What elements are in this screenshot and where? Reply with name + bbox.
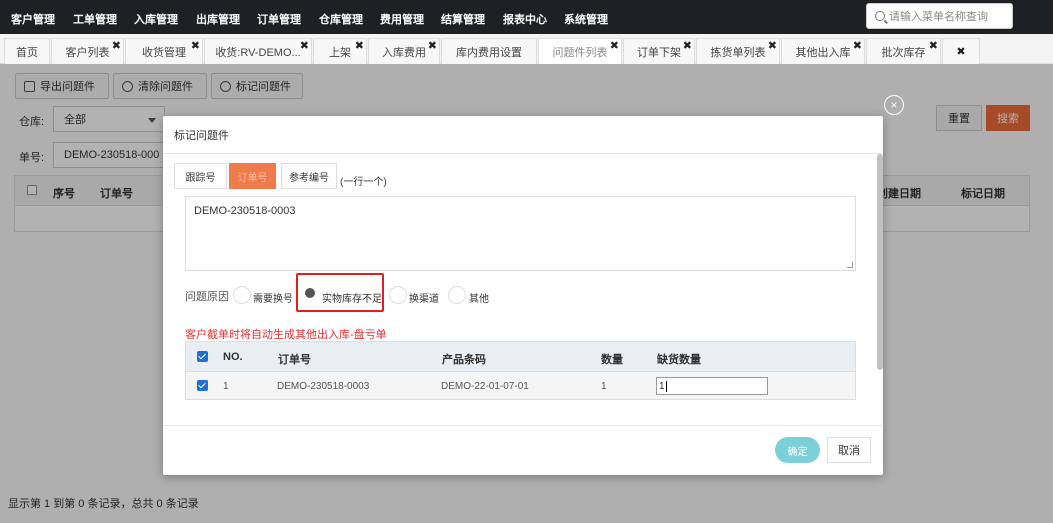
- cancel-button[interactable]: 取消: [827, 437, 871, 463]
- dialog-title: 标记问题件: [163, 116, 883, 154]
- top-navigation: 客户管理 工单管理 入库管理 出库管理 订单管理 仓库管理 费用管理 结算管理 …: [0, 0, 1053, 34]
- nav-item-fee[interactable]: 费用管理: [380, 11, 424, 27]
- checkbox-checked-icon[interactable]: [197, 351, 208, 362]
- radio-other[interactable]: [448, 286, 466, 304]
- tab-tracking-number[interactable]: 跟踪号: [174, 163, 227, 189]
- confirm-button[interactable]: 确定: [775, 437, 820, 463]
- checkbox-checked-icon[interactable]: [197, 380, 208, 391]
- nav-item-outbound[interactable]: 出库管理: [196, 11, 240, 27]
- tab-label: 客户列表: [65, 46, 110, 59]
- row-no: 1: [223, 381, 229, 392]
- close-icon[interactable]: ✖: [683, 39, 692, 52]
- tab-customer-list[interactable]: 客户列表 ✖: [51, 38, 124, 64]
- nav-item-workorder[interactable]: 工单管理: [73, 11, 117, 27]
- close-icon[interactable]: ✖: [929, 39, 938, 52]
- tab-label: 收货:RV-DEMO...: [215, 46, 301, 59]
- one-per-line-hint: (一行一个): [340, 177, 387, 188]
- footer-divider: [163, 425, 883, 426]
- tab-label: 首页: [16, 46, 38, 59]
- column-header-quantity: 数量: [601, 354, 623, 366]
- shortage-quantity-value: 1: [659, 380, 665, 392]
- close-icon: ×: [890, 98, 898, 112]
- column-header-order-number: 订单号: [278, 354, 311, 366]
- close-icon[interactable]: ✖: [112, 39, 121, 52]
- column-header-shortage: 缺货数量: [657, 354, 701, 366]
- nav-item-system[interactable]: 系统管理: [564, 11, 608, 27]
- tab-label: 订单下架: [637, 46, 681, 59]
- text-cursor: [665, 380, 667, 392]
- close-icon[interactable]: ✖: [428, 39, 437, 52]
- dialog-scrollbar[interactable]: [877, 154, 883, 370]
- tab-home[interactable]: 首页: [4, 38, 50, 64]
- textarea-value: DEMO-230518-0003: [194, 205, 296, 217]
- nav-item-warehouse[interactable]: 仓库管理: [319, 11, 363, 27]
- reason-other: 其他: [469, 294, 489, 305]
- nav-item-report[interactable]: 报表中心: [503, 11, 547, 27]
- row-order-number: DEMO-230518-0003: [277, 381, 370, 392]
- tab-label: 收货管理: [142, 46, 186, 59]
- tab-close-all[interactable]: ✖: [942, 38, 980, 64]
- tab-putaway[interactable]: 上架 ✖: [313, 38, 367, 64]
- tab-bar: 首页 客户列表 ✖ 收货管理 ✖ 收货:RV-DEMO... ✖ 上架 ✖ 入库费用 ✖ …: [0, 34, 1053, 64]
- tab-label: 入库费用: [382, 46, 426, 59]
- tab-inbound-fee[interactable]: 入库费用 ✖: [368, 38, 440, 64]
- column-header-barcode: 产品条码: [442, 354, 486, 366]
- shortage-table: NO. 订单号 产品条码 数量 缺货数量 1 DEMO-230518-0003 …: [185, 341, 856, 400]
- shortage-quantity-input[interactable]: 1: [656, 377, 768, 395]
- tab-receiving[interactable]: 收货管理 ✖: [125, 38, 203, 64]
- row-barcode: DEMO-22-01-07-01: [441, 381, 529, 392]
- shortage-table-header: NO. 订单号 产品条码 数量 缺货数量: [186, 342, 855, 372]
- issue-reason-label: 问题原因: [185, 291, 229, 303]
- table-row: 1 DEMO-230518-0003 DEMO-22-01-07-01 1 1: [186, 372, 855, 399]
- tab-label: 库内费用设置: [456, 46, 522, 59]
- close-icon[interactable]: ✖: [191, 39, 200, 52]
- close-icon[interactable]: ✖: [610, 39, 619, 52]
- highlight-box: [296, 273, 384, 312]
- tab-batch-inventory[interactable]: 批次库存 ✖: [866, 38, 941, 64]
- nav-item-inbound[interactable]: 入库管理: [134, 11, 178, 27]
- tab-label: 拣货单列表: [710, 46, 766, 59]
- auto-generate-warning: 客户截单时将自动生成其他出入库-盘亏单: [185, 329, 387, 341]
- order-numbers-textarea[interactable]: DEMO-230518-0003: [185, 196, 856, 271]
- radio-change-channel[interactable]: [389, 286, 407, 304]
- resize-handle[interactable]: [847, 262, 853, 268]
- tab-label: 问题件列表: [552, 46, 608, 59]
- nav-item-order[interactable]: 订单管理: [257, 11, 301, 27]
- reason-need-change-number: 需要换号: [253, 294, 293, 305]
- nav-item-settlement[interactable]: 结算管理: [441, 11, 485, 27]
- menu-search-input[interactable]: 请输入菜单名称查询: [866, 3, 1013, 29]
- close-icon[interactable]: ✖: [355, 39, 364, 52]
- tab-order-number[interactable]: 订单号: [229, 163, 276, 189]
- tab-label: 上架: [329, 46, 351, 59]
- menu-search-placeholder: 请输入菜单名称查询: [889, 11, 988, 23]
- close-icon[interactable]: ✖: [768, 39, 777, 52]
- close-icon: ✖: [956, 46, 966, 58]
- column-header-no: NO.: [223, 351, 243, 363]
- modal-close-button[interactable]: ×: [884, 95, 904, 115]
- tab-label: 批次库存: [881, 46, 926, 59]
- nav-item-customer[interactable]: 客户管理: [11, 11, 55, 27]
- close-icon[interactable]: ✖: [853, 39, 862, 52]
- tab-order-offshelf[interactable]: 订单下架 ✖: [623, 38, 695, 64]
- tab-other-inout[interactable]: 其他出入库 ✖: [781, 38, 865, 64]
- tab-reference-number[interactable]: 参考编号: [281, 163, 337, 189]
- search-icon: [875, 11, 885, 21]
- tab-issue-list[interactable]: 问题件列表 ✖: [538, 38, 622, 64]
- tab-label: 其他出入库: [795, 46, 851, 59]
- tab-receiving-detail[interactable]: 收货:RV-DEMO... ✖: [204, 38, 312, 64]
- tab-storage-fee-settings[interactable]: 库内费用设置: [441, 38, 537, 64]
- row-quantity: 1: [601, 381, 607, 392]
- radio-need-change-number[interactable]: [233, 286, 251, 304]
- tab-picking-list[interactable]: 拣货单列表 ✖: [696, 38, 780, 64]
- reason-change-channel: 换渠道: [409, 294, 439, 305]
- close-icon[interactable]: ✖: [300, 39, 309, 52]
- mark-issue-dialog: 标记问题件 跟踪号 订单号 参考编号 (一行一个) DEMO-230518-00…: [163, 116, 883, 475]
